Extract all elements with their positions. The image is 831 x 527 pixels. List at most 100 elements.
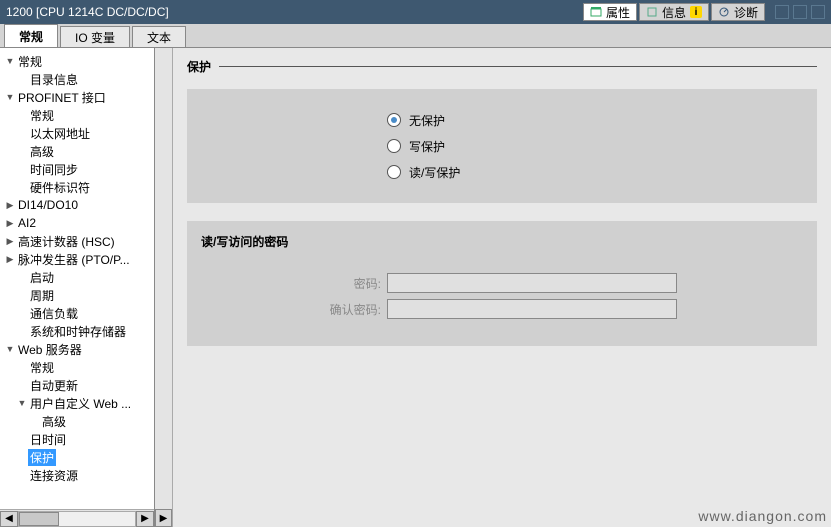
tree-label: 自动更新 [28,377,80,394]
tab-io-vars[interactable]: IO 变量 [60,26,130,47]
tree-toggle-icon[interactable]: ▶ [4,235,16,247]
tree-item[interactable]: 常规 [2,106,152,124]
info-badge-icon: i [690,6,702,18]
tree-toggle-icon[interactable]: ▶ [4,217,16,229]
main-tabs: 常规 IO 变量 文本 [0,24,831,48]
tree-spacer [16,325,28,337]
radio-write-protect[interactable]: 写保护 [387,133,817,159]
tree-item[interactable]: ▶DI14/DO10 [2,196,152,214]
tree-label: 周期 [28,287,56,304]
tree-toggle-icon[interactable]: ▼ [4,91,16,103]
tree-item[interactable]: 以太网地址 [2,124,152,142]
info-button[interactable]: 信息 i [639,3,709,21]
password-label: 密码: [201,275,381,292]
sidebar-hscroll[interactable]: ◀ ▶ [0,509,154,527]
tree-item[interactable]: ▼Web 服务器 [2,340,152,358]
tree-spacer [16,109,28,121]
tab-general[interactable]: 常规 [4,24,58,47]
tree-label: 目录信息 [28,71,80,88]
tree-item[interactable]: ▼PROFINET 接口 [2,88,152,106]
tree-toggle-icon[interactable]: ▶ [4,253,16,265]
tree-item[interactable]: ▶AI2 [2,214,152,232]
tree-label: 连接资源 [28,467,80,484]
tree-toggle-icon[interactable]: ▼ [4,343,16,355]
tree-item[interactable]: 硬件标识符 [2,178,152,196]
tree-toggle-icon[interactable]: ▶ [4,199,16,211]
tree-label: 时间同步 [28,161,80,178]
tree-label: 常规 [28,359,56,376]
tree-item[interactable]: ▶脉冲发生器 (PTO/P... [2,250,152,268]
tree-item[interactable]: ▶高速计数器 (HSC) [2,232,152,250]
tree-label: 硬件标识符 [28,179,92,196]
tree-toggle-icon[interactable]: ▼ [16,397,28,409]
tree-toggle-icon[interactable]: ▼ [4,55,16,67]
tree-label: 常规 [28,107,56,124]
diagnostics-button[interactable]: 诊断 [711,3,765,21]
window-close-icon[interactable] [811,5,825,19]
tree-label: 日时间 [28,431,68,448]
info-icon [646,6,658,18]
tree-label: 以太网地址 [28,125,92,142]
confirm-password-field[interactable] [387,299,677,319]
tree-spacer [16,361,28,373]
tree-item[interactable]: 高级 [2,412,152,430]
splitter-right-icon[interactable]: ▶ [155,509,172,527]
tree-spacer [16,145,28,157]
tree-spacer [16,181,28,193]
radio-icon[interactable] [387,165,401,179]
tree-item[interactable]: 目录信息 [2,70,152,88]
tree-label: 用户自定义 Web ... [28,395,133,412]
sidebar: ▼常规目录信息▼PROFINET 接口常规以太网地址高级时间同步硬件标识符▶DI… [0,48,155,527]
tree-item[interactable]: 启动 [2,268,152,286]
tree-spacer [28,415,40,427]
tree-item[interactable]: 时间同步 [2,160,152,178]
tree-label: AI2 [16,216,38,230]
radio-no-protect[interactable]: 无保护 [387,107,817,133]
tree-label: Web 服务器 [16,341,84,358]
tree-item[interactable]: 自动更新 [2,376,152,394]
tree-label: PROFINET 接口 [16,89,108,106]
tree-label: 高速计数器 (HSC) [16,233,117,250]
scroll-right-icon[interactable]: ▶ [136,511,154,527]
content-panel: 保护 无保护 写保护 读/写保护 读/写访问的密码 密码: [173,48,831,527]
tree-item[interactable]: 保护 [2,448,152,466]
tree-item[interactable]: ▼常规 [2,52,152,70]
radio-icon[interactable] [387,139,401,153]
window-menu-icon[interactable] [793,5,807,19]
properties-button[interactable]: 属性 [583,3,637,21]
tree-item[interactable]: 日时间 [2,430,152,448]
tree-label: 常规 [16,53,44,70]
tree-item[interactable]: 高级 [2,142,152,160]
tree-item[interactable]: 系统和时钟存储器 [2,322,152,340]
tree-label: 通信负载 [28,305,80,322]
tree-item[interactable]: 周期 [2,286,152,304]
tree-label: 高级 [40,413,68,430]
tree-item[interactable]: ▼用户自定义 Web ... [2,394,152,412]
tree-spacer [16,289,28,301]
tree-label: 系统和时钟存储器 [28,323,128,340]
window-pin-icon[interactable] [775,5,789,19]
tree-label: DI14/DO10 [16,198,80,212]
tree-spacer [16,307,28,319]
protection-group: 无保护 写保护 读/写保护 [187,89,817,203]
tree-label: 脉冲发生器 (PTO/P... [16,251,132,268]
properties-icon [590,6,602,18]
radio-read-write-protect[interactable]: 读/写保护 [387,159,817,185]
tab-text[interactable]: 文本 [132,26,186,47]
password-field[interactable] [387,273,677,293]
tree-label: 保护 [28,449,56,466]
tree-spacer [16,163,28,175]
section-title: 保护 [187,58,817,75]
password-section-title: 读/写访问的密码 [201,233,803,250]
radio-icon[interactable] [387,113,401,127]
tree-spacer [16,127,28,139]
window-title: 1200 [CPU 1214C DC/DC/DC] [6,5,169,19]
tree-label: 启动 [28,269,56,286]
scroll-left-icon[interactable]: ◀ [0,511,18,527]
tree-item[interactable]: 连接资源 [2,466,152,484]
tree-spacer [16,469,28,481]
vertical-splitter[interactable]: ▶ [155,48,173,527]
tree-item[interactable]: 通信负载 [2,304,152,322]
diagnostics-icon [718,6,730,18]
tree-item[interactable]: 常规 [2,358,152,376]
